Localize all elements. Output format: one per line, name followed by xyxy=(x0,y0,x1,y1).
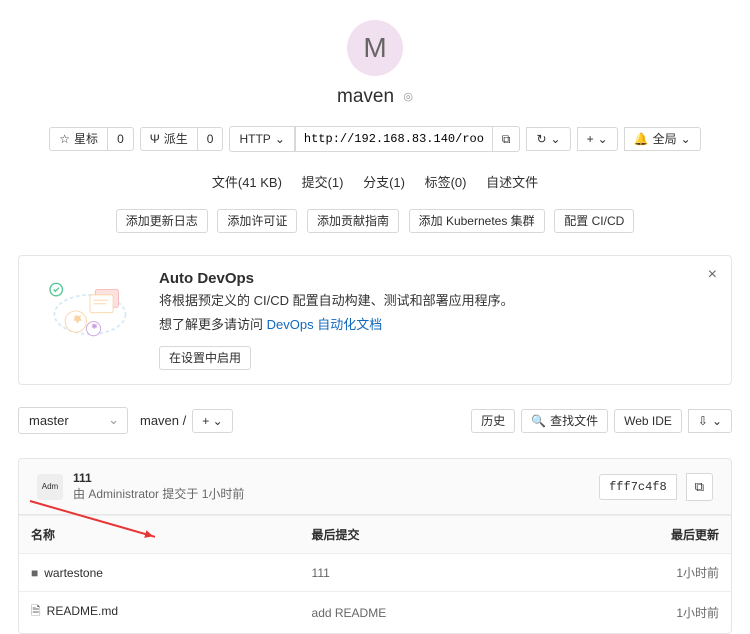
commit-avatar: Adm xyxy=(37,474,63,500)
search-icon: 🔍 xyxy=(531,415,546,427)
auto-devops-desc: 将根据预定义的 CI/CD 配置自动构建、测试和部署应用程序。 xyxy=(159,291,514,311)
auto-devops-link[interactable]: DevOps 自动化文档 xyxy=(267,317,383,332)
add-file-button[interactable]: + ⌄ xyxy=(192,409,232,433)
last-commit-panel: Adm 111 由 Administrator 提交于 1小时前 fff7c4f… xyxy=(18,458,732,515)
visibility-icon: ◎ xyxy=(403,91,413,103)
plus-icon: + xyxy=(587,133,594,145)
webide-button[interactable]: Web IDE xyxy=(614,409,682,433)
file-icon: 🗎 xyxy=(31,604,41,618)
stat-readme[interactable]: 自述文件 xyxy=(486,175,538,190)
project-avatar: M xyxy=(347,20,403,76)
project-name: maven ◎ xyxy=(0,86,750,108)
download-button[interactable]: ⇩ ⌄ xyxy=(688,409,732,433)
files-table: 名称 最后提交 最后更新 ■wartestone 111 1小时前 🗎READM… xyxy=(18,515,732,634)
column-update: 最后更新 xyxy=(549,516,731,554)
star-button[interactable]: ☆ 星标 xyxy=(49,127,108,151)
project-stats: 文件(41 KB) 提交(1) 分支(1) 标签(0) 自述文件 xyxy=(0,160,750,203)
auto-devops-title: Auto DevOps xyxy=(159,270,514,287)
close-icon[interactable]: × xyxy=(708,266,717,284)
enable-auto-devops-button[interactable]: 在设置中启用 xyxy=(159,346,251,370)
stat-files[interactable]: 文件(41 KB) xyxy=(212,175,282,190)
fork-icon: Ψ xyxy=(150,133,160,145)
add-contrib-button[interactable]: 添加贡献指南 xyxy=(307,209,399,233)
star-count: 0 xyxy=(107,127,134,151)
copy-sha-button[interactable]: ⧉ xyxy=(686,473,713,501)
refresh-button[interactable]: ↻ ⌄ xyxy=(526,127,570,151)
column-name: 名称 xyxy=(19,516,300,554)
star-icon: ☆ xyxy=(59,133,70,145)
fork-button[interactable]: Ψ 派生 xyxy=(140,127,198,151)
history-button[interactable]: 历史 xyxy=(471,409,515,433)
auto-devops-panel: Auto DevOps 将根据预定义的 CI/CD 配置自动构建、测试和部署应用… xyxy=(18,255,732,385)
copy-url-button[interactable]: ⧉ xyxy=(492,126,521,152)
table-row[interactable]: 🗎README.md add README 1小时前 xyxy=(19,592,731,634)
copy-icon: ⧉ xyxy=(695,479,704,494)
add-license-button[interactable]: 添加许可证 xyxy=(217,209,297,233)
config-cicd-button[interactable]: 配置 CI/CD xyxy=(554,209,634,233)
breadcrumb: maven / xyxy=(140,413,186,428)
auto-devops-illustration xyxy=(35,270,145,350)
download-icon: ⇩ xyxy=(698,415,708,427)
add-changelog-button[interactable]: 添加更新日志 xyxy=(116,209,208,233)
add-k8s-button[interactable]: 添加 Kubernetes 集群 xyxy=(409,209,545,233)
copy-icon: ⧉ xyxy=(502,133,511,145)
stat-branches[interactable]: 分支(1) xyxy=(363,175,405,190)
bell-icon: 🔔 xyxy=(634,133,649,145)
add-button[interactable]: + ⌄ xyxy=(577,127,618,151)
branch-dropdown[interactable]: master xyxy=(18,407,128,434)
commit-sha[interactable]: fff7c4f8 xyxy=(599,474,677,500)
protocol-dropdown[interactable]: HTTP ⌄ xyxy=(229,126,294,152)
folder-icon: ■ xyxy=(31,566,38,580)
stat-tags[interactable]: 标签(0) xyxy=(425,175,467,190)
commit-meta: 由 Administrator 提交于 1小时前 xyxy=(73,485,589,502)
suggestion-buttons: 添加更新日志 添加许可证 添加贡献指南 添加 Kubernetes 集群 配置 … xyxy=(0,203,750,247)
commit-title[interactable]: 111 xyxy=(73,471,589,485)
refresh-icon: ↻ xyxy=(536,133,546,145)
find-file-button[interactable]: 🔍 查找文件 xyxy=(521,409,608,433)
stat-commits[interactable]: 提交(1) xyxy=(302,175,344,190)
notification-button[interactable]: 🔔 全局 ⌄ xyxy=(624,127,701,151)
fork-count: 0 xyxy=(197,127,224,151)
project-toolbar: ☆ 星标 0 Ψ 派生 0 HTTP ⌄ ⧉ ↻ ⌄ + ⌄ 🔔 全局 ⌄ xyxy=(0,118,750,160)
file-nav: master maven / + ⌄ 历史 🔍 查找文件 Web IDE ⇩ ⌄ xyxy=(0,401,750,440)
column-commit: 最后提交 xyxy=(300,516,549,554)
clone-url[interactable] xyxy=(295,126,493,152)
